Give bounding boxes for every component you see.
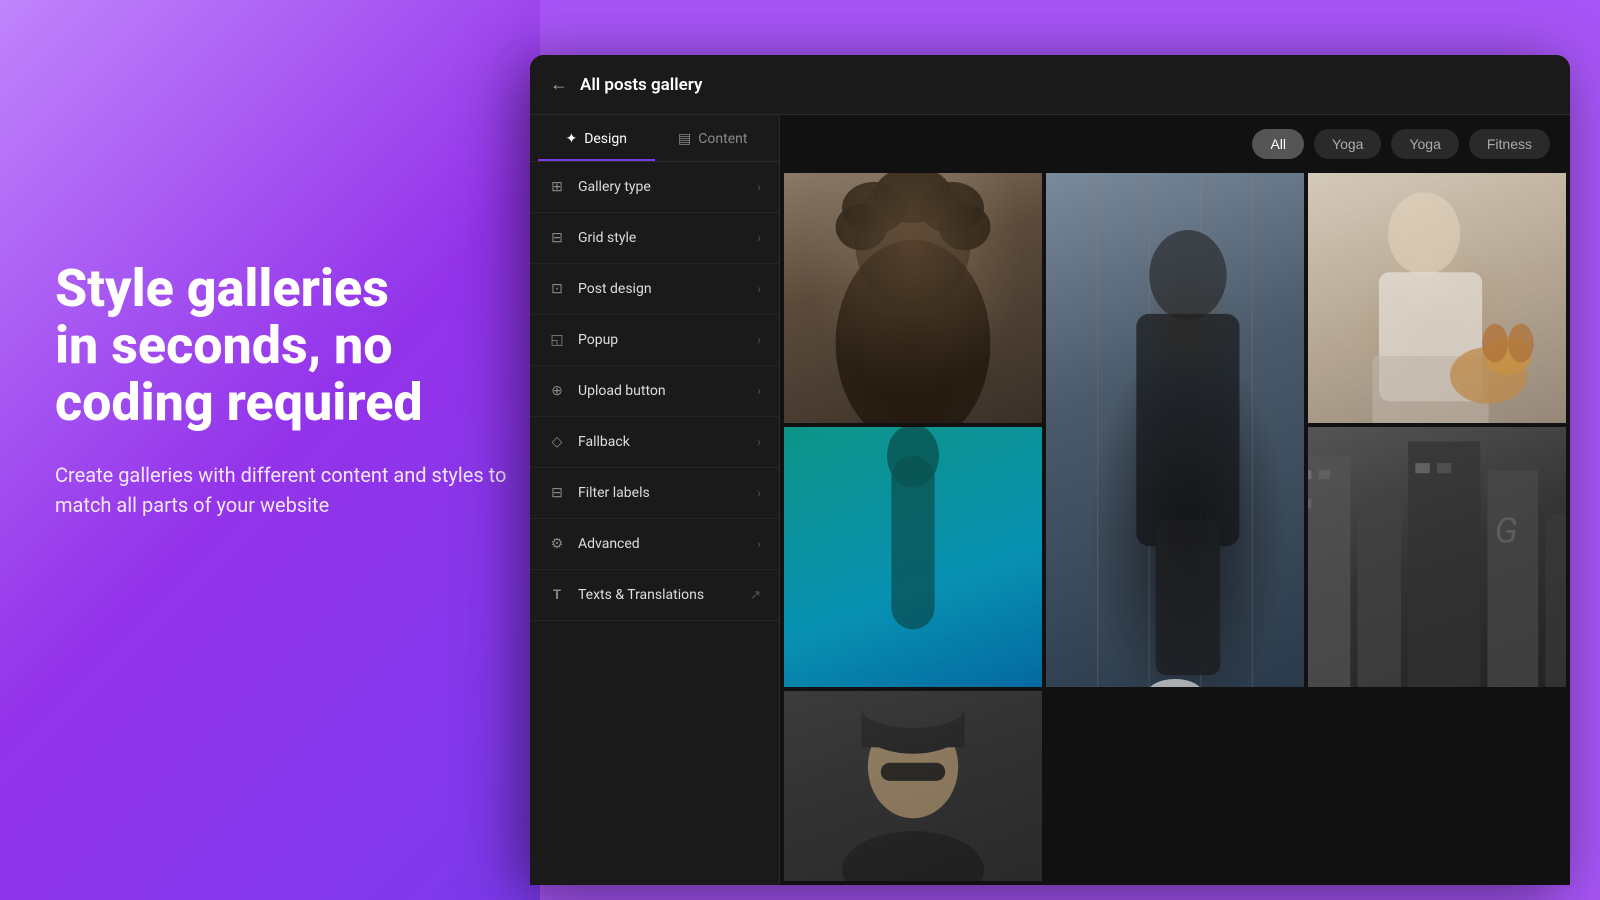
main-content: All Yoga Yoga Fitness [780, 115, 1570, 885]
content-tab-icon: ▤ [678, 131, 691, 147]
gallery-type-arrow: › [757, 180, 761, 194]
menu-gallery-type[interactable]: ⊞ Gallery type › [530, 162, 779, 213]
gallery-grid: G [780, 173, 1570, 885]
sidebar: ✦ Design ▤ Content ⊞ Gallery type › [530, 115, 780, 885]
menu-filter-left: ⊟ Filter labels [548, 484, 650, 502]
portrait-svg-4 [784, 427, 1042, 687]
portrait-svg-1 [784, 173, 1042, 423]
gallery-image-4[interactable] [784, 427, 1042, 687]
gallery-image-5[interactable]: G [1308, 427, 1566, 687]
menu-upload-left: ⊕ Upload button [548, 382, 666, 400]
upload-button-arrow: › [757, 384, 761, 398]
post-design-label: Post design [578, 281, 652, 297]
menu-gallery-type-left: ⊞ Gallery type [548, 178, 651, 196]
upload-button-label: Upload button [578, 383, 666, 399]
menu-advanced[interactable]: ⚙ Advanced › [530, 519, 779, 570]
menu-filter-labels[interactable]: ⊟ Filter labels › [530, 468, 779, 519]
gallery-image-2[interactable] [1046, 173, 1304, 687]
back-button[interactable]: ← All posts gallery [550, 74, 703, 95]
hero-section: Style galleries in seconds, no coding re… [55, 260, 515, 520]
tab-content-label: Content [698, 131, 747, 147]
popup-arrow: › [757, 333, 761, 347]
grid-style-icon: ⊟ [548, 229, 566, 247]
sidebar-tabs: ✦ Design ▤ Content [530, 115, 779, 162]
menu-texts-left: T Texts & Translations [548, 586, 704, 604]
advanced-label: Advanced [578, 536, 640, 552]
photo-overlay-1 [784, 173, 1042, 423]
grid-style-arrow: › [757, 231, 761, 245]
hero-subtitle: Create galleries with different content … [55, 460, 515, 520]
filter-labels-icon: ⊟ [548, 484, 566, 502]
portrait-svg-3 [1308, 173, 1566, 423]
filter-labels-arrow: › [757, 486, 761, 500]
menu-post-design[interactable]: ⊡ Post design › [530, 264, 779, 315]
filter-yoga-1[interactable]: Yoga [1314, 129, 1381, 159]
menu-upload-button[interactable]: ⊕ Upload button › [530, 366, 779, 417]
gallery-image-3[interactable] [1308, 173, 1566, 423]
filter-all[interactable]: All [1252, 129, 1304, 159]
texts-icon: T [548, 586, 566, 604]
menu-grid-style[interactable]: ⊟ Grid style › [530, 213, 779, 264]
menu-fallback-left: ◇ Fallback [548, 433, 630, 451]
menu-list: ⊞ Gallery type › ⊟ Grid style › ⊡ Post [530, 162, 779, 885]
app-title: All posts gallery [580, 75, 703, 95]
fallback-arrow: › [757, 435, 761, 449]
filter-labels-label: Filter labels [578, 485, 650, 501]
menu-grid-style-left: ⊟ Grid style [548, 229, 636, 247]
menu-popup[interactable]: ◱ Popup › [530, 315, 779, 366]
texts-translations-label: Texts & Translations [578, 587, 704, 603]
city-svg: G [1308, 427, 1566, 687]
menu-texts-translations[interactable]: T Texts & Translations ↗ [530, 570, 779, 621]
filter-fitness[interactable]: Fitness [1469, 129, 1550, 159]
popup-label: Popup [578, 332, 618, 348]
popup-icon: ◱ [548, 331, 566, 349]
svg-text:G: G [1495, 512, 1518, 552]
gallery-image-1[interactable] [784, 173, 1042, 423]
post-design-arrow: › [757, 282, 761, 296]
grid-style-label: Grid style [578, 230, 636, 246]
back-icon: ← [550, 74, 568, 95]
menu-fallback[interactable]: ◇ Fallback › [530, 417, 779, 468]
menu-popup-left: ◱ Popup [548, 331, 618, 349]
app-body: ✦ Design ▤ Content ⊞ Gallery type › [530, 115, 1570, 885]
menu-advanced-left: ⚙ Advanced [548, 535, 640, 553]
fallback-label: Fallback [578, 434, 630, 450]
fallback-icon: ◇ [548, 433, 566, 451]
design-tab-icon: ✦ [565, 131, 577, 147]
filter-bar: All Yoga Yoga Fitness [780, 115, 1570, 173]
gallery-image-6[interactable] [784, 691, 1042, 881]
portrait-svg-2 [1046, 173, 1304, 687]
texts-external-icon: ↗ [750, 588, 761, 603]
gallery-type-icon: ⊞ [548, 178, 566, 196]
tab-design[interactable]: ✦ Design [538, 121, 655, 161]
tab-design-label: Design [584, 131, 627, 147]
upload-button-icon: ⊕ [548, 382, 566, 400]
gallery-type-label: Gallery type [578, 179, 651, 195]
filter-yoga-2[interactable]: Yoga [1391, 129, 1458, 159]
post-design-icon: ⊡ [548, 280, 566, 298]
advanced-icon: ⚙ [548, 535, 566, 553]
app-window: ← All posts gallery ✦ Design ▤ Content [530, 55, 1570, 885]
portrait-svg-5 [784, 691, 1042, 881]
app-header: ← All posts gallery [530, 55, 1570, 115]
menu-post-design-left: ⊡ Post design [548, 280, 652, 298]
tab-content[interactable]: ▤ Content [655, 121, 772, 161]
hero-title: Style galleries in seconds, no coding re… [55, 260, 515, 432]
advanced-arrow: › [757, 537, 761, 551]
